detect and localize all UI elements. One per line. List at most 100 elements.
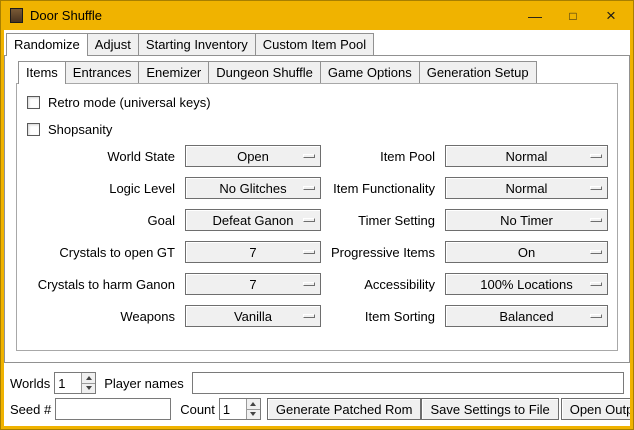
outer-tab-bar: Randomize Adjust Starting Inventory Cust… <box>6 33 630 55</box>
tab-randomize[interactable]: Randomize <box>6 33 88 56</box>
dropdown-indicator-icon <box>590 154 602 158</box>
titlebar[interactable]: Door Shuffle — □ × <box>4 1 630 30</box>
retro-mode-checkbox[interactable] <box>27 96 40 109</box>
window: Door Shuffle — □ × Randomize Adjust Star… <box>0 0 634 430</box>
world-state-value: Open <box>237 149 269 164</box>
tab-entrances[interactable]: Entrances <box>65 61 140 83</box>
dropdown-indicator-icon <box>590 186 602 190</box>
retro-mode-row: Retro mode (universal keys) <box>27 93 617 111</box>
inner-tab-bar: Items Entrances Enemizer Dungeon Shuffle… <box>18 61 629 83</box>
window-controls: — □ × <box>516 1 630 30</box>
seed-row: Seed # Count Generate Patched Rom Save S… <box>10 398 624 420</box>
timer-setting-label: Timer Setting <box>325 213 441 228</box>
worlds-label: Worlds <box>10 376 50 391</box>
crystals-ganon-value: 7 <box>249 277 256 292</box>
spin-down-icon <box>86 386 92 390</box>
dropdown-indicator-icon <box>303 186 315 190</box>
weapons-label: Weapons <box>23 309 181 324</box>
crystals-ganon-label: Crystals to harm Ganon <box>23 277 181 292</box>
window-title: Door Shuffle <box>30 8 102 23</box>
world-state-dropdown[interactable]: Open <box>185 145 321 167</box>
crystals-ganon-dropdown[interactable]: 7 <box>185 273 321 295</box>
close-button[interactable]: × <box>592 1 630 30</box>
worlds-spin-down-button[interactable] <box>82 383 95 394</box>
tab-generation-setup[interactable]: Generation Setup <box>419 61 537 83</box>
worlds-spin-up-button[interactable] <box>82 373 95 383</box>
crystals-gt-label: Crystals to open GT <box>23 245 181 260</box>
player-names-input[interactable] <box>192 372 624 394</box>
logic-level-label: Logic Level <box>23 181 181 196</box>
worlds-stepper-buttons <box>81 373 95 393</box>
shopsanity-checkbox[interactable] <box>27 123 40 136</box>
worlds-input[interactable] <box>55 373 81 393</box>
dropdown-indicator-icon <box>590 250 602 254</box>
spin-up-icon <box>250 402 256 406</box>
seed-input[interactable] <box>55 398 171 420</box>
item-pool-label: Item Pool <box>325 149 441 164</box>
dropdown-indicator-icon <box>303 154 315 158</box>
tab-dungeon-shuffle[interactable]: Dungeon Shuffle <box>208 61 321 83</box>
dropdown-indicator-icon <box>590 282 602 286</box>
dropdown-indicator-icon <box>303 282 315 286</box>
dropdown-indicator-icon <box>590 218 602 222</box>
item-pool-value: Normal <box>506 149 548 164</box>
crystals-gt-dropdown[interactable]: 7 <box>185 241 321 263</box>
minimize-icon: — <box>528 9 542 23</box>
retro-mode-label: Retro mode (universal keys) <box>48 95 211 110</box>
world-state-label: World State <box>23 149 181 164</box>
maximize-icon: □ <box>569 10 576 22</box>
window-content: Randomize Adjust Starting Inventory Cust… <box>4 30 630 426</box>
maximize-button[interactable]: □ <box>554 1 592 30</box>
tab-starting-inventory[interactable]: Starting Inventory <box>138 33 256 55</box>
randomize-tab-pane: Items Entrances Enemizer Dungeon Shuffle… <box>4 55 630 363</box>
generate-patched-rom-button[interactable]: Generate Patched Rom <box>267 398 422 420</box>
count-stepper[interactable] <box>219 398 261 420</box>
dropdown-indicator-icon <box>303 314 315 318</box>
tab-enemizer[interactable]: Enemizer <box>138 61 209 83</box>
tab-game-options[interactable]: Game Options <box>320 61 420 83</box>
count-input[interactable] <box>220 399 246 419</box>
item-sorting-value: Balanced <box>499 309 553 324</box>
item-functionality-value: Normal <box>506 181 548 196</box>
count-spin-up-button[interactable] <box>247 399 260 409</box>
bottom-controls: Worlds Player names Seed # Count <box>10 372 624 420</box>
worlds-stepper[interactable] <box>54 372 96 394</box>
shopsanity-row: Shopsanity <box>27 120 617 138</box>
close-icon: × <box>606 7 616 24</box>
count-stepper-buttons <box>246 399 260 419</box>
weapons-value: Vanilla <box>234 309 272 324</box>
logic-level-value: No Glitches <box>219 181 286 196</box>
count-label: Count <box>180 402 215 417</box>
items-tab-pane: Retro mode (universal keys) Shopsanity W… <box>16 83 618 351</box>
item-functionality-dropdown[interactable]: Normal <box>445 177 608 199</box>
tab-custom-item-pool[interactable]: Custom Item Pool <box>255 33 374 55</box>
open-output-directory-button[interactable]: Open Output Directory <box>561 398 630 420</box>
options-grid: World State Open Item Pool Normal Logic … <box>17 145 617 327</box>
progressive-items-dropdown[interactable]: On <box>445 241 608 263</box>
item-sorting-dropdown[interactable]: Balanced <box>445 305 608 327</box>
accessibility-label: Accessibility <box>325 277 441 292</box>
minimize-button[interactable]: — <box>516 1 554 30</box>
accessibility-dropdown[interactable]: 100% Locations <box>445 273 608 295</box>
goal-value: Defeat Ganon <box>213 213 294 228</box>
dropdown-indicator-icon <box>590 314 602 318</box>
tab-items[interactable]: Items <box>18 61 66 84</box>
progressive-items-value: On <box>518 245 535 260</box>
logic-level-dropdown[interactable]: No Glitches <box>185 177 321 199</box>
save-settings-button[interactable]: Save Settings to File <box>421 398 558 420</box>
count-spin-down-button[interactable] <box>247 409 260 420</box>
player-names-label: Player names <box>104 376 183 391</box>
spin-up-icon <box>86 376 92 380</box>
timer-setting-dropdown[interactable]: No Timer <box>445 209 608 231</box>
crystals-gt-value: 7 <box>249 245 256 260</box>
item-functionality-label: Item Functionality <box>325 181 441 196</box>
dropdown-indicator-icon <box>303 250 315 254</box>
weapons-dropdown[interactable]: Vanilla <box>185 305 321 327</box>
goal-dropdown[interactable]: Defeat Ganon <box>185 209 321 231</box>
progressive-items-label: Progressive Items <box>325 245 441 260</box>
timer-setting-value: No Timer <box>500 213 553 228</box>
tab-adjust[interactable]: Adjust <box>87 33 139 55</box>
spin-down-icon <box>250 412 256 416</box>
goal-label: Goal <box>23 213 181 228</box>
item-pool-dropdown[interactable]: Normal <box>445 145 608 167</box>
